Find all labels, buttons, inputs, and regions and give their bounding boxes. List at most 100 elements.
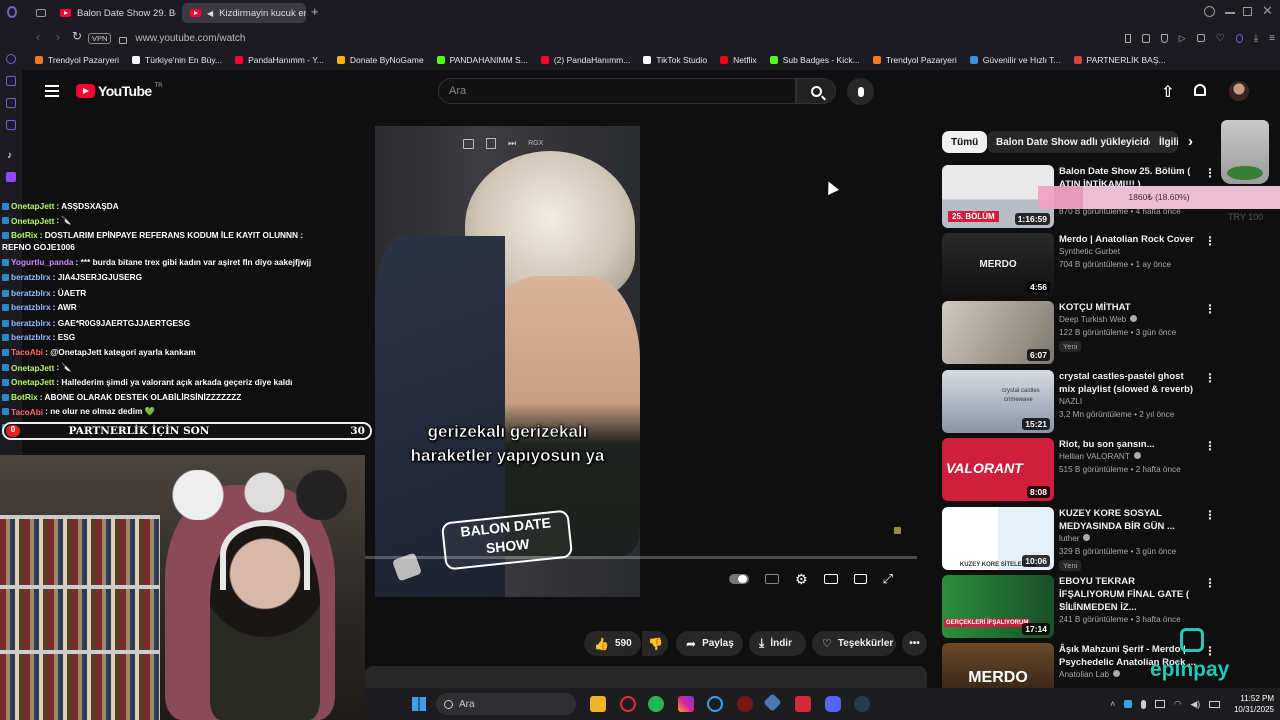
- discord-icon[interactable]: [825, 696, 841, 712]
- chat-username[interactable]: beratzblrx: [11, 302, 51, 312]
- bookmark-item[interactable]: PANDAHANIMM S...: [436, 55, 528, 65]
- bookmark-item[interactable]: Trendyol Pazaryeri: [35, 55, 119, 65]
- recommendation-item[interactable]: VALORANT 8:08 Riot, bu son şansın... Hellia…: [942, 438, 1216, 502]
- opera-taskbar-icon[interactable]: [620, 696, 636, 712]
- recommendation-channel[interactable]: Deep Turkish Web: [1059, 315, 1138, 324]
- start-button-icon[interactable]: [412, 697, 426, 711]
- app-red-square-icon[interactable]: [795, 696, 811, 712]
- recommendation-thumbnail[interactable]: VALORANT 8:08: [942, 438, 1054, 501]
- recommendation-channel[interactable]: Tarık: [1059, 602, 1077, 611]
- close-window-button[interactable]: ✕: [1262, 3, 1273, 19]
- sidebar-aria-icon[interactable]: [6, 54, 16, 64]
- more-actions-button[interactable]: •••: [902, 631, 927, 656]
- sidebar-mail-icon[interactable]: [6, 120, 16, 130]
- chat-username[interactable]: BotRix: [11, 230, 38, 240]
- pip-icon[interactable]: [486, 138, 496, 149]
- chat-username[interactable]: beratzblrx: [11, 272, 51, 282]
- like-button[interactable]: 👍 590: [584, 631, 641, 656]
- bookmark-item[interactable]: Sub Badges - Kick...: [769, 55, 860, 65]
- file-explorer-icon[interactable]: [590, 696, 606, 712]
- instagram-icon[interactable]: [678, 696, 694, 712]
- recommendation-title[interactable]: crystal castles-pastel ghost mix playlis…: [1059, 370, 1201, 396]
- bookmark-item[interactable]: PARTNERLİK BAŞ...: [1073, 55, 1166, 65]
- more-options-kebab-icon[interactable]: ⋮: [1204, 509, 1216, 521]
- share-button[interactable]: ➦ Paylaş: [676, 631, 743, 656]
- fullscreen-icon[interactable]: ⤢: [883, 571, 893, 587]
- wallet-icon[interactable]: [1196, 34, 1205, 42]
- steam-icon[interactable]: [854, 696, 870, 712]
- camera-icon[interactable]: [1141, 33, 1150, 43]
- chat-username[interactable]: BotRix: [11, 392, 38, 402]
- more-options-kebab-icon[interactable]: ⋮: [1204, 235, 1216, 247]
- bookmark-item[interactable]: Donate ByNoGame: [336, 55, 424, 65]
- chat-username[interactable]: OnetapJett: [11, 216, 54, 226]
- vpn-badge[interactable]: VPN: [88, 33, 112, 44]
- hamburger-menu-icon[interactable]: [45, 85, 59, 97]
- download-icon[interactable]: ⤓: [1254, 33, 1258, 44]
- search-input[interactable]: Ara: [438, 78, 796, 104]
- menu-icon[interactable]: ≡: [1269, 33, 1275, 44]
- url-field[interactable]: VPN www.youtube.com/watch: [88, 31, 1098, 46]
- tray-app-icon[interactable]: [1124, 700, 1132, 708]
- recommendation-channel[interactable]: Hellian VALORANT: [1059, 452, 1141, 461]
- tray-battery-icon[interactable]: [1209, 700, 1220, 708]
- opera-logo-icon[interactable]: [7, 6, 17, 18]
- chat-username[interactable]: beratzblrx: [11, 332, 51, 342]
- youtube-logo[interactable]: YouTube TR: [76, 83, 163, 99]
- chat-username[interactable]: OnetapJett: [11, 201, 54, 211]
- recommendation-thumbnail[interactable]: MERDO 4:56: [942, 233, 1054, 296]
- settings-gear-icon[interactable]: ⚙: [795, 571, 808, 588]
- tray-mic-icon[interactable]: [1140, 699, 1146, 709]
- sidebar-tiktok-icon[interactable]: ♪: [7, 150, 12, 161]
- chips-next-arrow-icon[interactable]: ›: [1188, 133, 1193, 150]
- next-icon[interactable]: ⏭: [508, 138, 516, 149]
- maximize-button[interactable]: [1243, 7, 1252, 16]
- bookmark-item[interactable]: Güvenilir ve Hızlı T...: [969, 55, 1061, 65]
- tab-kizdirmayin[interactable]: ◀ Kizdirmayin kucuk eni: [182, 3, 306, 23]
- subtitles-icon[interactable]: [765, 574, 779, 584]
- spotify-icon[interactable]: [648, 696, 664, 712]
- app-red-icon[interactable]: [737, 696, 753, 712]
- download-button[interactable]: ⤓ İndir: [749, 631, 806, 656]
- forward-button[interactable]: ›: [56, 30, 60, 44]
- bookmark-item[interactable]: Türkiye'nin En Büy...: [132, 55, 222, 65]
- more-options-kebab-icon[interactable]: ⋮: [1204, 372, 1216, 384]
- bookmark-item[interactable]: TikTok Studio: [643, 55, 707, 65]
- heart-icon[interactable]: ♡: [1216, 33, 1225, 44]
- recommendation-thumbnail[interactable]: crystal castles crimewave 15:21: [942, 370, 1054, 433]
- search-tabs-icon[interactable]: [1204, 6, 1215, 17]
- bookmark-item[interactable]: PandaHanımm - Y...: [235, 55, 324, 65]
- more-options-kebab-icon[interactable]: ⋮: [1204, 577, 1216, 589]
- reload-button[interactable]: ↻: [72, 29, 82, 43]
- minimize-button[interactable]: [1225, 12, 1235, 14]
- cast-icon[interactable]: [853, 574, 867, 584]
- profile-icon[interactable]: [1235, 33, 1243, 43]
- recommendation-title[interactable]: Merdo | Anatolian Rock Cover: [1059, 233, 1201, 246]
- recommendation-thumbnail[interactable]: KUZEY KORE SİTELERİNE 10:06: [942, 507, 1054, 570]
- copilot-icon[interactable]: [707, 696, 723, 712]
- tray-monitor-icon[interactable]: [1154, 700, 1165, 708]
- description-box[interactable]: [365, 666, 927, 688]
- shield-icon[interactable]: [1160, 33, 1168, 43]
- theater-mode-icon[interactable]: [823, 574, 838, 584]
- new-tab-button[interactable]: +: [311, 4, 319, 19]
- recommendation-item[interactable]: crystal castles crimewave 15:21 crystal cas…: [942, 370, 1216, 434]
- recommendation-channel[interactable]: Synthetic Gurbet: [1059, 247, 1120, 256]
- chat-username[interactable]: TacoAbi: [11, 407, 43, 417]
- recommendation-item[interactable]: KUZEY KORE SİTELERİNE 10:06 KUZEY KORE SOS…: [942, 507, 1216, 571]
- bookmark-item[interactable]: Netflix: [720, 55, 757, 65]
- bookmark-item[interactable]: Trendyol Pazaryeri: [872, 55, 957, 65]
- chat-username[interactable]: OnetapJett: [11, 377, 54, 387]
- bookmark-icon[interactable]: [1125, 33, 1131, 43]
- taskbar-clock[interactable]: 11:52 PM 10/31/2025: [1222, 693, 1274, 715]
- chat-username[interactable]: beratzblrx: [11, 318, 51, 328]
- notifications-bell-icon[interactable]: [1194, 84, 1206, 96]
- autoplay-toggle[interactable]: [729, 574, 749, 584]
- video-progress-bar[interactable]: [365, 556, 917, 559]
- upload-icon[interactable]: ⇧: [1161, 82, 1174, 102]
- chip-related[interactable]: İlgili: [1150, 131, 1178, 153]
- recommendation-title[interactable]: Riot, bu son şansın...: [1059, 438, 1201, 451]
- back-button[interactable]: ‹: [36, 30, 40, 44]
- tray-volume-icon[interactable]: ◀): [1190, 699, 1200, 710]
- tab-overview-icon[interactable]: [36, 9, 46, 17]
